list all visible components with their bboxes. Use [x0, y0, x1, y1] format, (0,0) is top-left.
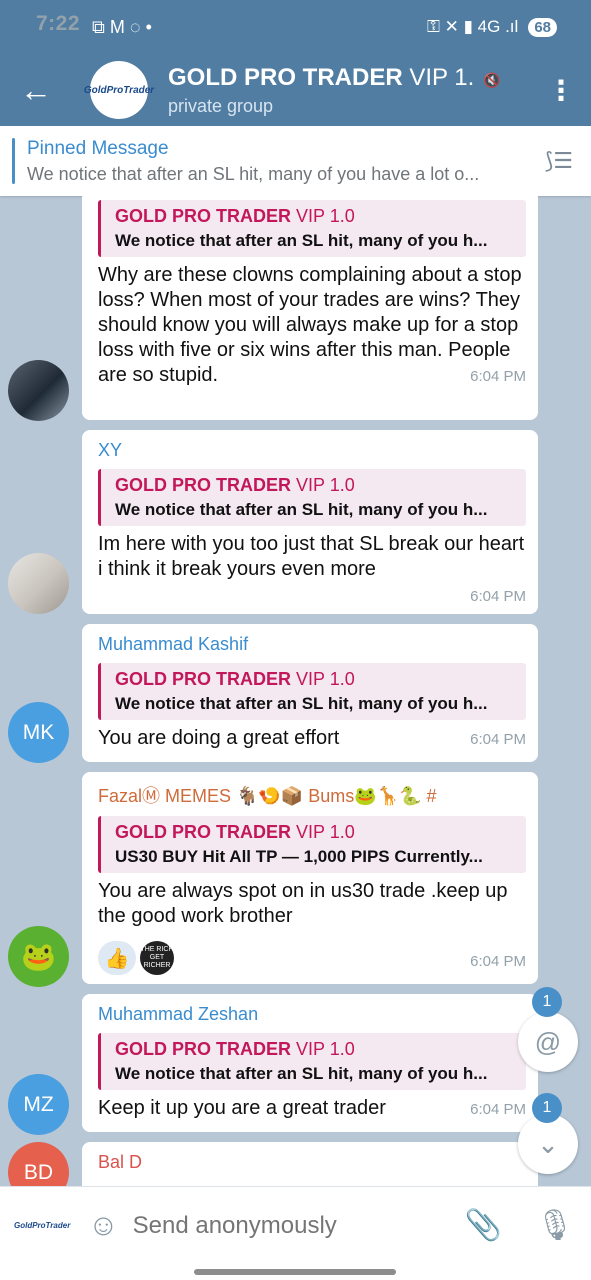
message-bubble[interactable]: GOLD PRO TRADER VIP 1.0 We notice that a… [82, 196, 538, 420]
user-avatar-initials[interactable]: MZ [8, 1074, 69, 1135]
reaction-sticker[interactable]: THE RICH GET RICHER [140, 941, 174, 975]
send-as-avatar[interactable]: GoldProTrader [14, 1211, 70, 1241]
mention-button[interactable]: @ [518, 1012, 578, 1072]
chat-title-block[interactable]: GOLD PRO TRADER VIP 1. 🔇 private group [168, 64, 500, 117]
reply-author-suffix: VIP 1.0 [291, 822, 355, 842]
reply-preview: We notice that after an SL hit, many of … [115, 500, 488, 519]
reply-author: GOLD PRO TRADER [115, 206, 292, 226]
reply-preview: US30 BUY Hit All TP — 1,000 PIPS Current… [115, 847, 483, 866]
status-bar: 7:22 ⧉ M ◌ • ⚿ ✕ ▮ 4G .ıl 68 [0, 0, 591, 54]
message-author[interactable]: XY [98, 440, 526, 461]
pinned-body: We notice that after an SL hit, many of … [27, 163, 480, 184]
user-avatar[interactable]: 🐸 [8, 926, 69, 987]
chat-title-suffix: VIP 1. [402, 63, 475, 91]
mute-icon: 🔇 [482, 71, 501, 88]
chevron-down-icon: ⌄ [537, 1128, 559, 1159]
message-author[interactable]: FazalⓂ MEMES 🐐🍤📦 Bums🐸🦒🐍 # [98, 782, 526, 808]
message-input[interactable] [132, 1211, 453, 1240]
group-avatar[interactable]: GoldProTrader [84, 61, 154, 119]
reply-author-suffix: VIP 1.0 [291, 475, 355, 495]
back-arrow-icon[interactable]: ← [0, 54, 72, 126]
reply-preview: We notice that after an SL hit, many of … [115, 1064, 488, 1083]
reply-author: GOLD PRO TRADER [115, 475, 292, 495]
pinned-title: Pinned Message [27, 137, 169, 159]
pinned-message-bar[interactable]: Pinned Message We notice that after an S… [0, 126, 591, 196]
reply-author-suffix: VIP 1.0 [291, 1039, 355, 1059]
system-icons: ⚿ ✕ ▮ 4G .ıl 68 [427, 17, 557, 37]
gesture-bar [0, 1264, 591, 1280]
message-author[interactable]: Muhammad Kashif [98, 634, 526, 655]
message-author[interactable]: Muhammad Zeshan [98, 1004, 526, 1025]
user-avatar-initials[interactable]: BD [8, 1142, 69, 1186]
emoji-icon[interactable]: ☺ [88, 1209, 119, 1243]
chat-header: ← GoldProTrader GOLD PRO TRADER VIP 1. 🔇… [0, 54, 591, 126]
more-menu-icon[interactable]: ⋮ [531, 74, 591, 107]
reply-author: GOLD PRO TRADER [115, 669, 292, 689]
message-time: 6:04 PM [470, 588, 526, 605]
reply-author: GOLD PRO TRADER [115, 822, 292, 842]
battery-icon: 68 [528, 17, 557, 37]
message-list[interactable]: GOLD PRO TRADER VIP 1.0 We notice that a… [0, 196, 591, 1186]
status-time: 7:22 [36, 12, 81, 35]
reply-author-suffix: VIP 1.0 [291, 206, 355, 226]
notification-icons: ⧉ M ◌ • [92, 16, 152, 37]
home-indicator[interactable] [194, 1269, 396, 1275]
reply-quote[interactable]: GOLD PRO TRADER VIP 1.0 US30 BUY Hit All… [98, 816, 526, 873]
unread-badge: 1 [532, 1093, 562, 1123]
reply-preview: We notice that after an SL hit, many of … [115, 231, 488, 250]
reply-quote[interactable]: GOLD PRO TRADER VIP 1.0 We notice that a… [98, 469, 526, 526]
message-bubble[interactable]: Muhammad Kashif GOLD PRO TRADER VIP 1.0 … [82, 624, 538, 762]
reply-quote[interactable]: GOLD PRO TRADER VIP 1.0 We notice that a… [98, 663, 526, 720]
at-icon: @ [534, 1026, 562, 1057]
message-text: You are always spot on in us30 trade .ke… [98, 880, 508, 927]
message-text: Im here with you too just that SL break … [98, 533, 525, 580]
message-bubble[interactable]: Muhammad Zeshan GOLD PRO TRADER VIP 1.0 … [82, 994, 538, 1132]
pinned-indicator [12, 138, 15, 184]
reply-quote[interactable]: GOLD PRO TRADER VIP 1.0 We notice that a… [98, 200, 526, 257]
reply-author: GOLD PRO TRADER [115, 1039, 292, 1059]
message-author[interactable]: Bal D [98, 1152, 526, 1173]
user-avatar-initials[interactable]: MK [8, 702, 69, 763]
reply-preview: We notice that after an SL hit, many of … [115, 694, 488, 713]
reply-quote[interactable]: GOLD PRO TRADER VIP 1.0 We notice that a… [98, 1033, 526, 1090]
message-bubble[interactable]: FazalⓂ MEMES 🐐🍤📦 Bums🐸🦒🐍 # GOLD PRO TRAD… [82, 772, 538, 984]
chat-title-main: GOLD PRO TRADER [168, 63, 403, 91]
user-avatar[interactable] [8, 553, 69, 614]
microphone-icon[interactable]: 🎙 [536, 1208, 574, 1243]
signal-icons: ⚿ ✕ ▮ 4G .ıl [426, 17, 519, 36]
user-avatar[interactable] [8, 360, 69, 421]
chat-title: GOLD PRO TRADER VIP 1. 🔇 [168, 64, 500, 92]
pinned-list-icon[interactable]: ⟆☰ [545, 148, 573, 174]
reaction-thumbs-up[interactable]: 👍 [98, 941, 136, 975]
message-bubble[interactable]: XY GOLD PRO TRADER VIP 1.0 We notice tha… [82, 430, 538, 614]
attach-icon[interactable]: 📎 [465, 1208, 502, 1243]
reply-author-suffix: VIP 1.0 [291, 669, 355, 689]
scroll-down-button[interactable]: ⌄ [518, 1114, 578, 1174]
chat-subtitle: private group [168, 95, 274, 116]
mention-badge: 1 [532, 987, 562, 1017]
message-composer: GoldProTrader ☺ 📎 🎙 [0, 1186, 591, 1264]
message-bubble[interactable]: Bal D [82, 1142, 538, 1186]
